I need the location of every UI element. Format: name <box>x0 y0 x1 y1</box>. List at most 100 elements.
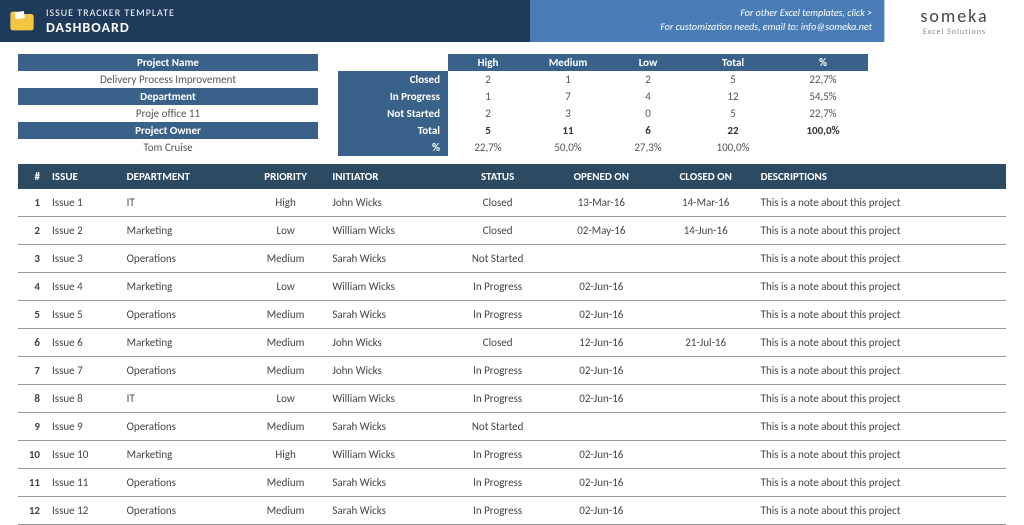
matrix-cell: 2 <box>448 105 528 122</box>
table-cell: This is a note about this project <box>757 441 1006 469</box>
table-cell: Medium <box>243 413 329 441</box>
table-cell: Operations <box>123 301 243 329</box>
project-name-label: Project Name <box>18 54 318 71</box>
table-row: 11Issue 11OperationsMediumSarah WicksIn … <box>18 469 1006 497</box>
table-cell: This is a note about this project <box>757 273 1006 301</box>
table-cell: 2 <box>18 217 48 245</box>
table-cell: 8 <box>18 385 48 413</box>
table-header-cell: DEPARTMENT <box>123 164 243 189</box>
table-cell: Low <box>243 273 329 301</box>
matrix-cell: 2 <box>608 71 688 88</box>
table-cell: In Progress <box>447 441 548 469</box>
matrix-row-header: In Progress <box>338 88 448 105</box>
matrix-corner <box>338 54 448 71</box>
table-row: 12Issue 12OperationsMediumSarah WicksIn … <box>18 497 1006 525</box>
matrix-col-header: % <box>778 54 868 71</box>
table-cell: Medium <box>243 329 329 357</box>
table-cell: William Wicks <box>328 273 447 301</box>
table-row: 5Issue 5OperationsMediumSarah WicksIn Pr… <box>18 301 1006 329</box>
matrix-cell: 0 <box>608 105 688 122</box>
table-cell: Issue 3 <box>48 245 123 273</box>
table-cell: In Progress <box>447 469 548 497</box>
header-note-1: For other Excel templates, click > <box>530 6 872 20</box>
table-cell: Issue 10 <box>48 441 123 469</box>
table-header-cell: DESCRIPTIONS <box>757 164 1006 189</box>
table-cell: William Wicks <box>328 217 447 245</box>
table-cell: Operations <box>123 469 243 497</box>
table-cell: Marketing <box>123 329 243 357</box>
table-cell <box>548 245 655 273</box>
matrix-row-header: Total <box>338 122 448 139</box>
table-cell: 21-Jul-16 <box>655 329 757 357</box>
table-row: 1Issue 1ITHighJohn WicksClosed13-Mar-161… <box>18 189 1006 217</box>
table-row: 7Issue 7OperationsMediumJohn WicksIn Pro… <box>18 357 1006 385</box>
table-cell: 1 <box>18 189 48 217</box>
table-cell: Issue 9 <box>48 413 123 441</box>
table-cell: 02-May-16 <box>548 217 655 245</box>
issue-table: #ISSUEDEPARTMENTPRIORITYINITIATORSTATUSO… <box>18 164 1006 525</box>
table-cell: 14-Jun-16 <box>655 217 757 245</box>
matrix-row-header: Closed <box>338 71 448 88</box>
matrix-cell: 50,0% <box>528 139 608 156</box>
table-header-cell: OPENED ON <box>548 164 655 189</box>
matrix-cell: 12 <box>688 88 778 105</box>
table-cell: This is a note about this project <box>757 189 1006 217</box>
table-cell: This is a note about this project <box>757 217 1006 245</box>
table-cell <box>655 413 757 441</box>
table-cell <box>655 301 757 329</box>
matrix-cell: 100,0% <box>688 139 778 156</box>
table-cell: John Wicks <box>328 357 447 385</box>
table-cell: 7 <box>18 357 48 385</box>
header-notes: For other Excel templates, click > For c… <box>530 0 884 42</box>
table-cell: In Progress <box>447 357 548 385</box>
table-cell <box>655 497 757 525</box>
summary-section: Project Name Delivery Process Improvemen… <box>0 42 1024 164</box>
table-cell: In Progress <box>447 273 548 301</box>
table-row: 3Issue 3OperationsMediumSarah WicksNot S… <box>18 245 1006 273</box>
table-cell: Low <box>243 385 329 413</box>
table-cell: 11 <box>18 469 48 497</box>
matrix-cell: 27,3% <box>608 139 688 156</box>
table-cell: 12 <box>18 497 48 525</box>
project-info: Project Name Delivery Process Improvemen… <box>18 54 318 156</box>
logo: someka Excel Solutions <box>884 0 1024 42</box>
table-cell: High <box>243 189 329 217</box>
matrix-cell: 22 <box>688 122 778 139</box>
header-title-small: ISSUE TRACKER TEMPLATE <box>46 6 175 19</box>
summary-matrix: HighMediumLowTotal%Closed212522,7%In Pro… <box>338 54 1006 156</box>
table-row: 10Issue 10MarketingHighWilliam WicksIn P… <box>18 441 1006 469</box>
matrix-cell: 1 <box>448 88 528 105</box>
table-cell: 02-Jun-16 <box>548 497 655 525</box>
table-cell: Operations <box>123 357 243 385</box>
table-cell: Marketing <box>123 441 243 469</box>
table-cell: 02-Jun-16 <box>548 385 655 413</box>
table-cell: 02-Jun-16 <box>548 273 655 301</box>
table-body: 1Issue 1ITHighJohn WicksClosed13-Mar-161… <box>18 189 1006 525</box>
table-cell: This is a note about this project <box>757 245 1006 273</box>
table-header-cell: STATUS <box>447 164 548 189</box>
table-header-cell: # <box>18 164 48 189</box>
table-cell: 02-Jun-16 <box>548 301 655 329</box>
matrix-cell: 3 <box>528 105 608 122</box>
table-cell <box>655 357 757 385</box>
project-owner-label: Project Owner <box>18 122 318 139</box>
table-cell: Issue 12 <box>48 497 123 525</box>
table-cell: Issue 8 <box>48 385 123 413</box>
table-cell: Sarah Wicks <box>328 469 447 497</box>
table-cell: Operations <box>123 245 243 273</box>
table-cell: Medium <box>243 469 329 497</box>
table-cell: 02-Jun-16 <box>548 469 655 497</box>
table-cell <box>548 413 655 441</box>
table-cell: In Progress <box>447 385 548 413</box>
table-cell: Closed <box>447 217 548 245</box>
table-cell: Not Started <box>447 413 548 441</box>
matrix-cell: 5 <box>688 71 778 88</box>
table-row: 9Issue 9OperationsMediumSarah WicksNot S… <box>18 413 1006 441</box>
table-cell: 02-Jun-16 <box>548 357 655 385</box>
matrix-col-header: High <box>448 54 528 71</box>
matrix-cell <box>778 139 868 156</box>
department-value: Proje office 11 <box>18 105 318 122</box>
header-note-2: For customization needs, email to: info@… <box>530 20 872 34</box>
table-cell: Sarah Wicks <box>328 301 447 329</box>
header: ISSUE TRACKER TEMPLATE DASHBOARD For oth… <box>0 0 1024 42</box>
